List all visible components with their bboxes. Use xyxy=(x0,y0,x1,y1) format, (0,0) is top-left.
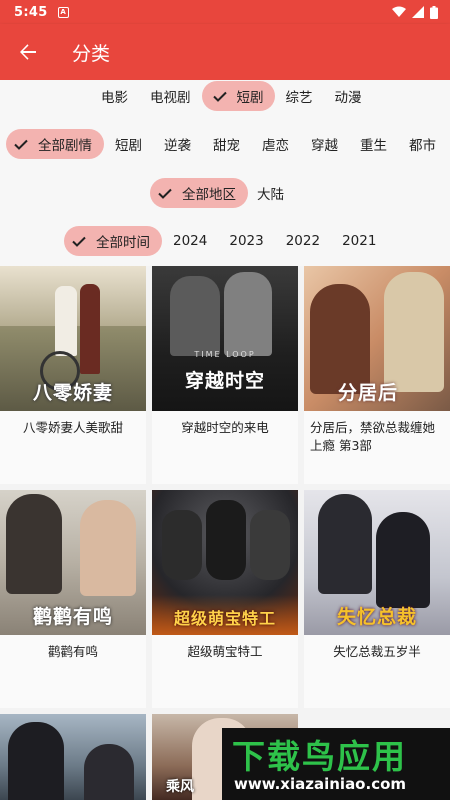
poster-image: 鹳鹳有鸣 xyxy=(0,490,146,635)
arrow-back-icon xyxy=(20,44,36,60)
poster-image: 超级萌宝特工 xyxy=(152,490,298,635)
chip-label: 全部时间 xyxy=(96,235,150,251)
chip-year-2022[interactable]: 2022 xyxy=(275,226,331,256)
poster-title: 分居后 xyxy=(338,382,399,404)
chip-genre-time-travel[interactable]: 穿越 xyxy=(300,129,349,159)
card-title: 分居后，禁欲总裁缠她上瘾 第3部 xyxy=(310,420,436,453)
status-bar: 5:45 A xyxy=(0,0,450,24)
chip-genre-counterattack[interactable]: 逆袭 xyxy=(153,129,202,159)
chip-year-all[interactable]: 全部时间 xyxy=(64,226,162,256)
check-icon xyxy=(14,139,28,150)
drama-card[interactable]: 超级萌宝特工 超级萌宝特工 xyxy=(152,490,298,708)
check-icon xyxy=(212,91,227,102)
drama-grid: 八零娇妻 八零娇妻人美歌甜 TIME LOOP 穿越时空 穿越时空的来电 分居后… xyxy=(0,266,450,800)
app-bar: 分类 xyxy=(0,24,450,80)
watermark-main: 下载鸟应用 xyxy=(232,737,407,776)
drama-card[interactable]: 八零娇妻 八零娇妻人美歌甜 xyxy=(0,266,146,484)
card-title: 穿越时空的来电 xyxy=(181,420,269,435)
chip-genre-urban[interactable]: 都市 xyxy=(398,129,447,159)
poster-title: 失忆总裁 xyxy=(336,606,417,628)
poster-image: 八零娇妻 xyxy=(0,266,146,411)
chip-type-variety[interactable]: 综艺 xyxy=(275,81,324,111)
watermark-sub: www.xiazainiao.com xyxy=(234,775,407,793)
filter-row-year: 全部时间 2024 2023 2022 2021 xyxy=(0,225,450,257)
check-icon xyxy=(72,236,86,247)
drama-card[interactable]: 分居后 分居后，禁欲总裁缠她上瘾 第3部 xyxy=(304,266,450,484)
chip-year-2021[interactable]: 2021 xyxy=(331,226,387,256)
drama-card[interactable] xyxy=(0,714,146,800)
card-title: 失忆总裁五岁半 xyxy=(333,644,421,659)
chip-genre-rebirth[interactable]: 重生 xyxy=(349,129,398,159)
poster-image: 分居后 xyxy=(304,266,450,411)
drama-card[interactable]: 失忆总裁 失忆总裁五岁半 xyxy=(304,490,450,708)
status-icons xyxy=(392,5,438,19)
chip-year-2023[interactable]: 2023 xyxy=(218,226,274,256)
check-icon xyxy=(158,188,172,199)
card-title: 超级萌宝特工 xyxy=(187,644,263,659)
page-title: 分类 xyxy=(72,42,111,65)
chip-label: 全部地区 xyxy=(182,187,236,203)
chip-year-2024[interactable]: 2024 xyxy=(162,226,218,256)
notification-icon: A xyxy=(57,6,69,18)
watermark-logo: 下载鸟应用 www.xiazainiao.com xyxy=(222,728,450,800)
filter-row-genre: 全部剧情 短剧 逆袭 甜宠 虐恋 穿越 重生 都市 xyxy=(0,128,450,160)
chip-genre-all[interactable]: 全部剧情 xyxy=(6,129,104,159)
filter-row-type: 电影 电视剧 短剧 综艺 动漫 xyxy=(0,80,450,112)
poster-image: 失忆总裁 xyxy=(304,490,450,635)
chip-region-mainland[interactable]: 大陆 xyxy=(248,178,293,208)
chip-type-tv[interactable]: 电视剧 xyxy=(139,81,202,111)
chip-genre-sweet[interactable]: 甜宠 xyxy=(202,129,251,159)
poster-title: 穿越时空 xyxy=(184,370,265,392)
poster-title: 鹳鹳有鸣 xyxy=(32,606,113,628)
chip-genre-short[interactable]: 短剧 xyxy=(104,129,153,159)
drama-card[interactable]: TIME LOOP 穿越时空 穿越时空的来电 xyxy=(152,266,298,484)
poster-image: TIME LOOP 穿越时空 xyxy=(152,266,298,411)
chip-type-short-drama[interactable]: 短剧 xyxy=(201,81,275,111)
poster-title: 超级萌宝特工 xyxy=(173,609,276,628)
filter-row-region: 全部地区 大陆 xyxy=(0,177,450,209)
chip-label: 全部剧情 xyxy=(38,138,92,154)
drama-card[interactable]: 鹳鹳有鸣 鹳鹳有鸣 xyxy=(0,490,146,708)
chip-type-anime[interactable]: 动漫 xyxy=(324,81,373,111)
poster-title: 八零娇妻 xyxy=(32,382,113,404)
back-button[interactable] xyxy=(0,24,56,80)
card-title: 八零娇妻人美歌甜 xyxy=(22,420,123,435)
chip-region-all[interactable]: 全部地区 xyxy=(150,178,248,208)
chip-label: 短剧 xyxy=(236,90,264,106)
filter-panel: 电影 电视剧 短剧 综艺 动漫 全部剧情 短剧 逆袭 甜宠 虐恋 穿越 重生 都… xyxy=(0,80,450,266)
status-time: 5:45 xyxy=(14,4,48,20)
battery-icon xyxy=(430,5,438,19)
chip-type-movie[interactable]: 电影 xyxy=(90,81,139,111)
signal-icon xyxy=(412,6,424,18)
poster-title: 乘风 xyxy=(166,779,194,795)
wifi-icon xyxy=(392,6,406,17)
chip-genre-angst[interactable]: 虐恋 xyxy=(251,129,300,159)
card-title: 鹳鹳有鸣 xyxy=(47,644,98,659)
poster-subtitle: TIME LOOP xyxy=(194,350,256,359)
poster-image xyxy=(0,714,146,800)
